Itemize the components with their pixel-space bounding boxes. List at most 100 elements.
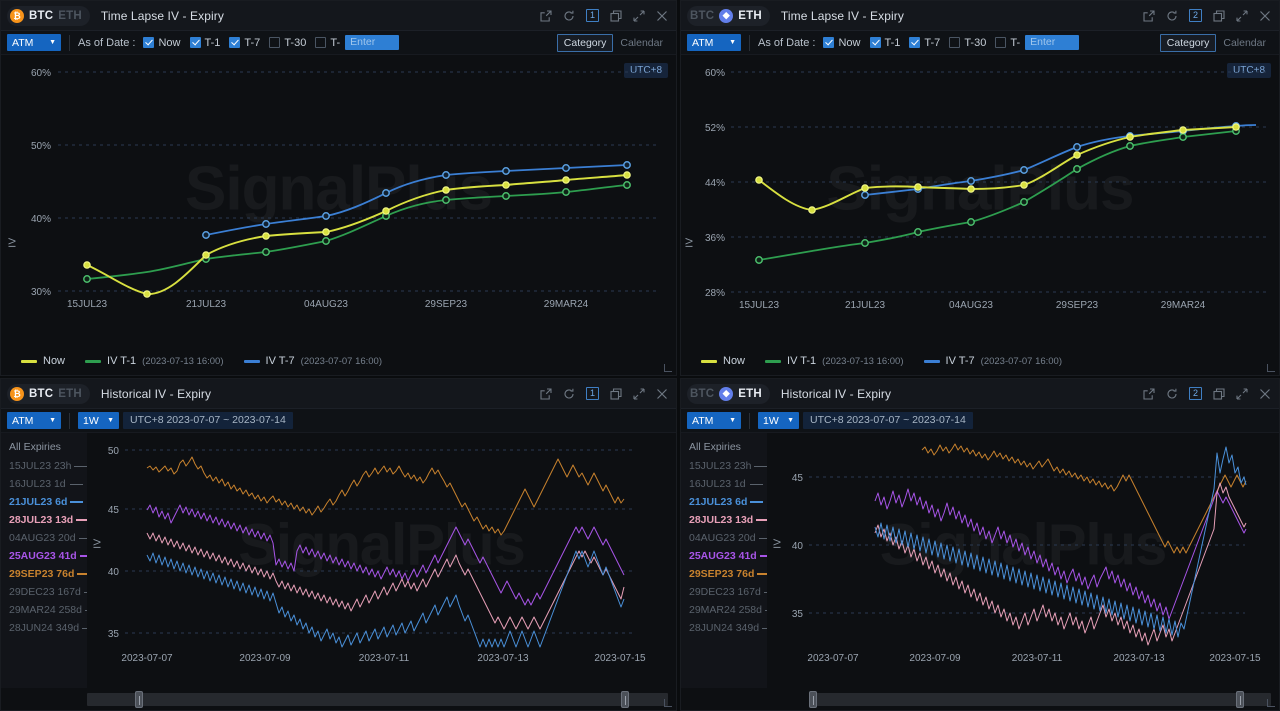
- checkbox-custom[interactable]: T- Enter: [995, 35, 1080, 50]
- slider-handle-right[interactable]: [1236, 690, 1244, 708]
- checkbox-box[interactable]: [229, 37, 241, 48]
- slider-handle-right[interactable]: [621, 690, 629, 708]
- expand-icon[interactable]: [633, 9, 645, 22]
- checkbox-box[interactable]: [869, 37, 881, 48]
- checkbox-box[interactable]: [315, 37, 327, 48]
- checkbox-t1[interactable]: T-1: [869, 37, 900, 49]
- slider-track[interactable]: [809, 690, 1271, 708]
- tab-category[interactable]: Category: [1159, 33, 1217, 52]
- expiry-item-29mar24[interactable]: 29MAR24 258d: [9, 602, 87, 618]
- expiry-item-29dec23[interactable]: 29DEC23 167d: [9, 584, 87, 600]
- currency-tab-btc[interactable]: BTC: [29, 388, 53, 400]
- currency-tab-btc[interactable]: BTC: [690, 388, 714, 400]
- expiry-item-29sep23[interactable]: 29SEP23 76d: [9, 566, 87, 582]
- window-number-badge[interactable]: 1: [586, 387, 599, 400]
- external-link-icon[interactable]: [1143, 9, 1155, 22]
- checkbox-box[interactable]: [909, 37, 921, 48]
- currency-tab-eth[interactable]: ETH: [738, 388, 762, 400]
- period-select[interactable]: 1W ▼: [78, 412, 119, 429]
- expiry-item-16jul23[interactable]: 16JUL23 1d: [689, 476, 767, 492]
- refresh-icon[interactable]: [1166, 10, 1178, 22]
- currency-tab-btc[interactable]: BTC: [690, 10, 714, 22]
- legend-item-now[interactable]: Now: [21, 355, 65, 367]
- external-link-icon[interactable]: [540, 9, 552, 22]
- checkbox-now[interactable]: Now: [823, 37, 861, 49]
- currency-tab-eth[interactable]: ETH: [738, 10, 762, 22]
- checkbox-t30[interactable]: T-30: [949, 37, 986, 49]
- expiry-item-25aug23[interactable]: 25AUG23 41d: [9, 548, 87, 564]
- window-number-badge[interactable]: 2: [1189, 387, 1202, 400]
- slider-handle-left[interactable]: [135, 690, 143, 708]
- duplicate-icon[interactable]: [610, 9, 622, 22]
- checkbox-box[interactable]: [995, 37, 1007, 48]
- custom-days-input[interactable]: Enter: [345, 35, 400, 50]
- checkbox-box[interactable]: [189, 37, 201, 48]
- refresh-icon[interactable]: [1166, 388, 1178, 400]
- expand-icon[interactable]: [1236, 9, 1248, 22]
- duplicate-icon[interactable]: [1213, 387, 1225, 400]
- expiry-item-04aug23[interactable]: 04AUG23 20d: [9, 530, 87, 546]
- external-link-icon[interactable]: [540, 387, 552, 400]
- checkbox-box[interactable]: [823, 37, 835, 48]
- currency-toggle[interactable]: ₿ BTC ETH: [7, 383, 90, 404]
- currency-tab-eth[interactable]: ETH: [58, 388, 82, 400]
- custom-days-input[interactable]: Enter: [1025, 35, 1080, 50]
- time-range-slider[interactable]: [1, 688, 676, 710]
- expiry-item-25aug23[interactable]: 25AUG23 41d: [689, 548, 767, 564]
- expiry-item-21jul23[interactable]: 21JUL23 6d: [689, 494, 767, 510]
- checkbox-box[interactable]: [949, 37, 961, 48]
- tab-category[interactable]: Category: [556, 33, 614, 52]
- close-icon[interactable]: [656, 10, 668, 22]
- window-number-badge[interactable]: 2: [1189, 9, 1202, 22]
- checkbox-t7[interactable]: T-7: [909, 37, 940, 49]
- expiry-item-29mar24[interactable]: 29MAR24 258d: [689, 602, 767, 618]
- currency-tab-btc[interactable]: BTC: [29, 10, 53, 22]
- strike-select[interactable]: ATM ▼: [687, 412, 741, 429]
- checkbox-box[interactable]: [143, 37, 155, 48]
- date-range-display[interactable]: UTC+8 2023-07-07 ~ 2023-07-14: [803, 412, 973, 429]
- external-link-icon[interactable]: [1143, 387, 1155, 400]
- duplicate-icon[interactable]: [610, 387, 622, 400]
- checkbox-custom[interactable]: T- Enter: [315, 35, 400, 50]
- panel-resize-handle[interactable]: [1267, 699, 1275, 707]
- expiry-item-28jul23[interactable]: 28JUL23 13d: [689, 512, 767, 528]
- expand-icon[interactable]: [1236, 387, 1248, 400]
- currency-tab-eth[interactable]: ETH: [58, 10, 82, 22]
- date-range-display[interactable]: UTC+8 2023-07-07 ~ 2023-07-14: [123, 412, 293, 429]
- expiry-item-28jul23[interactable]: 28JUL23 13d: [9, 512, 87, 528]
- period-select[interactable]: 1W ▼: [758, 412, 799, 429]
- expiry-item-15jul23[interactable]: 15JUL23 23h: [9, 458, 87, 474]
- refresh-icon[interactable]: [563, 388, 575, 400]
- close-icon[interactable]: [1259, 10, 1271, 22]
- window-number-badge[interactable]: 1: [586, 9, 599, 22]
- slider-track[interactable]: [87, 690, 668, 708]
- tab-calendar[interactable]: Calendar: [613, 34, 670, 52]
- checkbox-t1[interactable]: T-1: [189, 37, 220, 49]
- expand-icon[interactable]: [633, 387, 645, 400]
- legend-item-iv-t7[interactable]: IV T-7 (2023-07-07 16:00): [923, 355, 1062, 367]
- strike-select[interactable]: ATM ▼: [7, 34, 61, 51]
- tab-calendar[interactable]: Calendar: [1216, 34, 1273, 52]
- currency-toggle[interactable]: ₿ BTC ETH: [7, 5, 90, 26]
- legend-item-now[interactable]: Now: [701, 355, 745, 367]
- time-range-slider[interactable]: [681, 688, 1279, 710]
- expiry-item-16jul23[interactable]: 16JUL23 1d: [9, 476, 87, 492]
- checkbox-t7[interactable]: T-7: [229, 37, 260, 49]
- expiry-item-21jul23[interactable]: 21JUL23 6d: [9, 494, 87, 510]
- strike-select[interactable]: ATM ▼: [687, 34, 741, 51]
- expiry-item-29sep23[interactable]: 29SEP23 76d: [689, 566, 767, 582]
- checkbox-t30[interactable]: T-30: [269, 37, 306, 49]
- expiry-item-04aug23[interactable]: 04AUG23 20d: [689, 530, 767, 546]
- expiry-item-28jun24[interactable]: 28JUN24 349d: [9, 620, 87, 636]
- panel-resize-handle[interactable]: [664, 699, 672, 707]
- close-icon[interactable]: [1259, 388, 1271, 400]
- legend-item-iv-t1[interactable]: IV T-1 (2023-07-13 16:00): [85, 355, 224, 367]
- currency-toggle[interactable]: BTC ◆ ETH: [687, 5, 770, 26]
- checkbox-now[interactable]: Now: [143, 37, 181, 49]
- legend-item-iv-t7[interactable]: IV T-7 (2023-07-07 16:00): [243, 355, 382, 367]
- expiry-item-29dec23[interactable]: 29DEC23 167d: [689, 584, 767, 600]
- duplicate-icon[interactable]: [1213, 9, 1225, 22]
- panel-resize-handle[interactable]: [664, 364, 672, 372]
- close-icon[interactable]: [656, 388, 668, 400]
- expiry-item-28jun24[interactable]: 28JUN24 349d: [689, 620, 767, 636]
